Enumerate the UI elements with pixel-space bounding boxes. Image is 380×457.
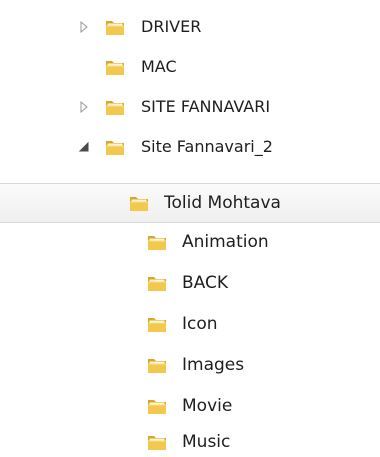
tree-item-label: Images: [182, 354, 245, 375]
folder-icon: [106, 101, 124, 115]
tree-item-music[interactable]: Music: [146, 425, 366, 457]
tree-item-label: Movie: [182, 395, 233, 416]
folder-icon: [148, 236, 166, 250]
folder-icon: [130, 197, 148, 211]
tree-item-site-fannavari-2[interactable]: Site Fannavari_2: [78, 130, 368, 164]
tree-item-site-fannavari[interactable]: SITE FANNAVARI: [78, 90, 368, 124]
tree-item-label: Music: [182, 431, 231, 452]
tree-item-label: DRIVER: [141, 17, 202, 36]
tree-item-movie[interactable]: Movie: [146, 389, 366, 423]
folder-icon: [106, 61, 124, 75]
tree-item-driver[interactable]: DRIVER: [78, 10, 368, 44]
folder-icon: [106, 21, 124, 35]
tree-item-label: BACK: [182, 272, 229, 293]
folder-icon: [148, 277, 166, 291]
folder-icon: [148, 400, 166, 414]
tree-item-mac[interactable]: MAC: [78, 50, 368, 84]
tree-item-tolid-mohtava[interactable]: Tolid Mohtava: [0, 183, 380, 223]
expand-arrow-icon[interactable]: [78, 101, 90, 113]
folder-icon: [148, 359, 166, 373]
tree-item-icon[interactable]: Icon: [146, 307, 366, 341]
folder-icon: [148, 436, 166, 450]
tree-item-label: Icon: [182, 313, 218, 334]
folder-icon: [106, 141, 124, 155]
folder-tree-bottom: Tolid Mohtava Animation BACK Icon Images…: [0, 180, 380, 457]
expand-arrow-icon[interactable]: [78, 21, 90, 33]
tree-item-label: Animation: [182, 231, 269, 252]
folder-icon: [148, 318, 166, 332]
tree-item-images[interactable]: Images: [146, 348, 366, 382]
collapse-arrow-icon[interactable]: [78, 141, 90, 153]
tree-item-label: Site Fannavari_2: [141, 137, 273, 156]
tree-item-label: Tolid Mohtava: [164, 192, 281, 213]
folder-tree-screenshot: DRIVER MAC SITE FANNAVARI Site Fannavari…: [0, 0, 380, 457]
folder-tree-top: DRIVER MAC SITE FANNAVARI Site Fannavari…: [0, 0, 380, 180]
tree-item-animation[interactable]: Animation: [146, 225, 366, 259]
tree-item-label: SITE FANNAVARI: [141, 97, 271, 116]
tree-item-back[interactable]: BACK: [146, 266, 366, 300]
tree-item-label: MAC: [141, 57, 177, 76]
